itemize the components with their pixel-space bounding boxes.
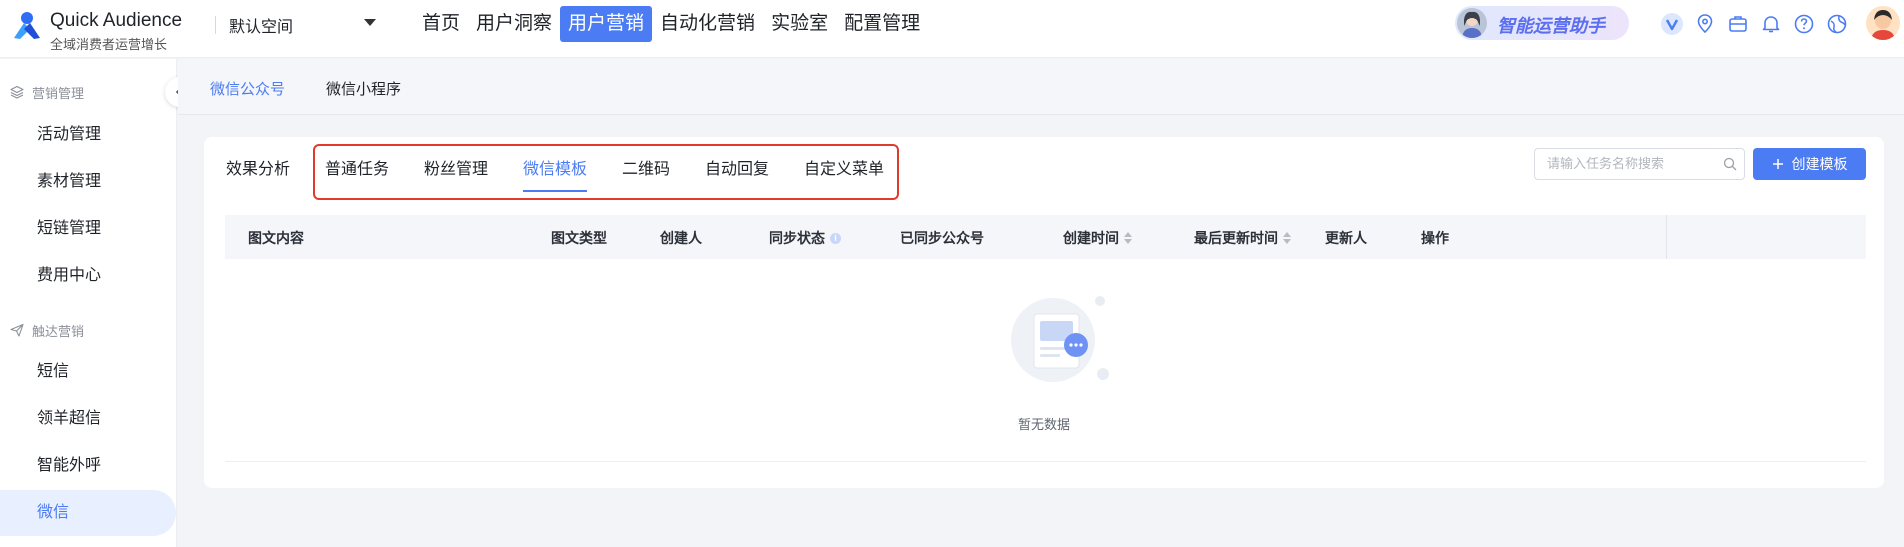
globe-icon[interactable] <box>1825 12 1849 36</box>
empty-state-text: 暂无数据 <box>1017 417 1070 432</box>
column-header-type: 图文类型 <box>551 230 607 246</box>
sidebar-group-marketing-management: 营销管理 <box>10 82 84 102</box>
location-icon[interactable] <box>1693 12 1717 36</box>
nav-automation[interactable]: 自动化营销 <box>652 6 763 42</box>
briefcase-icon[interactable] <box>1726 12 1750 36</box>
sidebar-item-smart-call[interactable]: 智能外呼 <box>0 443 176 489</box>
brand-name: Quick Audience <box>50 10 183 31</box>
group-title-label: 营销管理 <box>32 85 85 101</box>
sidebar-item-sms[interactable]: 短信 <box>0 349 176 395</box>
assistant-avatar <box>1457 8 1487 38</box>
bell-icon[interactable] <box>1759 12 1783 36</box>
sidebar-item-campaign-management[interactable]: 活动管理 <box>0 112 176 158</box>
sort-icon[interactable] <box>1283 232 1291 244</box>
caret-down-icon[interactable] <box>364 19 376 26</box>
search-icon[interactable] <box>1723 157 1737 171</box>
ai-assistant-button[interactable]: 智能运营助手 <box>1455 6 1629 40</box>
column-header-actions: 操作 <box>1421 230 1449 246</box>
nav-home[interactable]: 首页 <box>414 6 468 42</box>
column-header-sync-status: 同步状态 i <box>769 228 841 248</box>
help-icon[interactable] <box>1792 12 1816 36</box>
subtab-wechat-mini-program[interactable]: 微信小程序 <box>326 78 401 99</box>
column-divider <box>1666 215 1667 259</box>
sidebar-item-shortlink-management[interactable]: 短链管理 <box>0 206 176 252</box>
subtab-wechat-official-account[interactable]: 微信公众号 <box>210 78 285 99</box>
column-header-last-updated[interactable]: 最后更新时间 <box>1194 228 1291 248</box>
sub-header: 微信公众号 微信小程序 <box>178 59 1904 115</box>
nav-user-insight[interactable]: 用户洞察 <box>468 6 560 42</box>
main-nav: 首页 用户洞察 用户营销 自动化营销 实验室 配置管理 <box>414 6 928 42</box>
send-icon <box>10 323 24 337</box>
logo[interactable]: Quick Audience 全域消费者运营增长 <box>10 6 183 52</box>
brand-tagline: 全域消费者运营增长 <box>50 37 168 52</box>
nav-config[interactable]: 配置管理 <box>836 6 928 42</box>
workspace-select[interactable]: 默认空间 <box>229 13 379 37</box>
column-header-content: 图文内容 <box>248 230 304 246</box>
table-header: 图文内容 图文类型 创建人 同步状态 i 已同步公众号 创建时间 最后更新时间 … <box>225 215 1866 259</box>
sidebar-item-material-management[interactable]: 素材管理 <box>0 159 176 205</box>
create-template-label: 创建模板 <box>1791 156 1848 172</box>
search-box[interactable] <box>1534 148 1745 180</box>
tabs-highlight-box <box>313 144 899 200</box>
info-icon[interactable]: i <box>830 232 841 244</box>
column-header-synced-accounts: 已同步公众号 <box>900 230 984 246</box>
sidebar-item-cost-center[interactable]: 费用中心 <box>0 253 176 299</box>
sidebar-group-reach-marketing: 触达营销 <box>10 320 84 340</box>
column-header-updater: 更新人 <box>1325 230 1367 246</box>
nav-user-marketing[interactable]: 用户营销 <box>560 6 653 42</box>
sidebar-item-wechat[interactable]: 微信 <box>0 490 176 536</box>
content-card: 效果分析 普通任务 粉丝管理 微信模板 二维码 自动回复 自定义菜单 创建模板 … <box>204 137 1884 488</box>
tab-effect-analysis[interactable]: 效果分析 <box>226 155 290 179</box>
empty-state-illustration-icon <box>1011 296 1109 382</box>
create-template-button[interactable]: 创建模板 <box>1753 148 1866 180</box>
plus-icon <box>1772 159 1783 169</box>
group-title-label: 触达营销 <box>32 323 85 339</box>
sort-icon[interactable] <box>1124 232 1132 244</box>
assistant-label: 智能运营助手 <box>1497 16 1605 36</box>
user-avatar[interactable] <box>1866 6 1900 40</box>
nav-lab[interactable]: 实验室 <box>763 6 836 42</box>
quick-audience-logo-icon <box>14 12 40 39</box>
column-header-creator: 创建人 <box>660 230 702 246</box>
column-header-created-time[interactable]: 创建时间 <box>1063 228 1132 248</box>
sidebar: 营销管理 活动管理 素材管理 短链管理 费用中心 触达营销 短信 领羊超信 智能… <box>0 59 177 547</box>
top-bar: Quick Audience 全域消费者运营增长 默认空间 首页 用户洞察 用户… <box>0 0 1904 58</box>
sidebar-item-lingyang-chaoxin[interactable]: 领羊超信 <box>0 396 176 442</box>
divider <box>215 16 216 34</box>
v-badge-icon[interactable] <box>1660 12 1684 36</box>
layers-icon <box>10 85 24 99</box>
search-input[interactable] <box>1547 156 1707 171</box>
divider <box>225 461 1866 462</box>
